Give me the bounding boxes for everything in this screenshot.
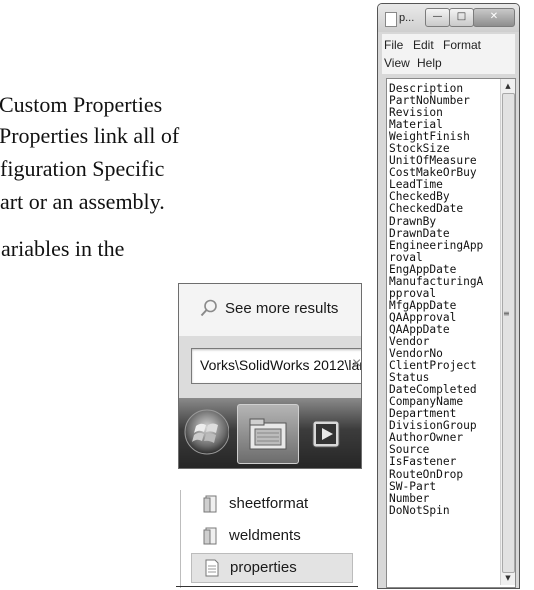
notepad-text-area[interactable]: Description PartNoNumber Revision Material W… [386,78,516,588]
folder-library-icon [249,418,287,450]
notepad-titlebar[interactable]: p... — □ ✕ [378,4,519,32]
notepad-line: Status [389,372,430,385]
notepad-line: Department [389,408,457,421]
taskbar-media-player-button[interactable] [301,404,353,462]
notepad-line: DrawnBy [389,215,437,228]
notepad-line: IsFastener [389,456,457,469]
notepad-line: MfgAppDate [389,299,457,312]
menu-file[interactable]: File [384,38,403,52]
clear-search-icon[interactable]: × [352,355,361,373]
notepad-line: Source [389,444,430,457]
notepad-line: Description [389,83,464,95]
notepad-line: RouteOnDrop [389,468,464,481]
notepad-line: DateCompleted [389,384,477,397]
notepad-line: StockSize [389,143,450,156]
list-item-weldments[interactable]: weldments [191,522,351,550]
notepad-line: DivisionGroup [389,420,477,433]
start-menu-search-panel: See more results Vorks\SolidWorks 2012\l… [178,283,362,469]
media-player-icon [312,420,340,448]
notepad-line: SW-Part [389,480,437,493]
see-more-results-link[interactable]: See more results [179,284,361,337]
notepad-line: pproval [389,287,437,300]
notepad-title: p... [399,12,415,24]
list-item-label: weldments [229,527,301,544]
notepad-document-icon [385,12,397,27]
close-button[interactable]: ✕ [473,8,515,27]
scroll-down-icon[interactable]: ▼ [501,571,515,585]
explorer-file-list: sheetformat weldments properties [180,490,359,588]
scroll-up-icon[interactable]: ▲ [501,79,515,93]
magnifier-icon [200,299,217,317]
notepad-menubar: File Edit Format View Help [382,34,515,74]
notepad-line: VendorNo [389,348,443,361]
notepad-line: CheckedBy [389,191,450,204]
notepad-line: roval [389,251,423,264]
notepad-line: ClientProject [389,360,477,373]
taskbar [179,398,361,468]
list-item-label: properties [230,559,297,576]
minimize-button[interactable]: — [425,8,450,27]
notepad-line: DrawnDate [389,227,450,240]
scroll-grip-icon: ≡ [503,309,510,318]
notepad-line: WeightFinish [389,131,470,144]
notepad-window: p... — □ ✕ File Edit Format View Help De… [377,3,520,589]
book-line-5: ariables in the [1,236,125,261]
scrollbar-thumb[interactable] [502,93,515,573]
book-line-3: figuration Specific [0,156,165,181]
search-input-value: Vorks\SolidWorks 2012\lang\english [200,357,362,373]
notepad-line: DoNotSpin [389,504,450,517]
notepad-line: QAAppDate [389,323,450,336]
notepad-line: CompanyName [389,396,464,409]
windows-start-orb-icon[interactable] [183,406,229,460]
notepad-line: AuthorOwner [389,432,464,445]
notepad-line: Vendor [389,335,430,348]
menu-edit[interactable]: Edit [413,38,434,52]
folder-icon [203,527,217,545]
notepad-line: CheckedDate [389,203,464,216]
notepad-line: Revision [389,107,443,120]
divider [176,586,358,587]
taskbar-explorer-button[interactable] [237,404,299,464]
notepad-line: ManufacturingA [389,275,484,288]
book-line-2: Properties link all of [0,123,180,148]
book-line-1: Custom Properties [0,92,163,117]
maximize-button[interactable]: □ [449,8,474,27]
notepad-line: CostMakeOrBuy [389,167,477,180]
notepad-line: PartNoNumber [389,95,470,108]
list-item-sheetformat[interactable]: sheetformat [191,490,351,518]
folder-icon [203,495,217,513]
text-file-icon [205,559,219,577]
see-more-results-label: See more results [225,300,339,317]
menu-view[interactable]: View [384,56,410,70]
menu-help[interactable]: Help [417,56,442,70]
notepad-line: EngAppDate [389,263,457,276]
start-search-input[interactable]: Vorks\SolidWorks 2012\lang\english × [191,348,362,384]
notepad-line: LeadTime [389,179,443,192]
notepad-line: QAApproval [389,311,457,324]
notepad-line: Number [389,492,430,505]
notepad-line: Material [389,119,443,132]
book-line-4: art or an assembly. [0,189,165,214]
vertical-scrollbar[interactable]: ▲ ≡ ▼ [500,79,515,585]
notepad-line: UnitOfMeasure [389,155,477,168]
list-item-label: sheetformat [229,495,309,512]
menu-format[interactable]: Format [443,38,481,52]
list-item-properties[interactable]: properties [191,553,353,583]
notepad-line: EngineeringApp [389,239,484,252]
notepad-text-lines: Description PartNoNumber Revision Material W… [389,83,501,517]
search-box-container: Vorks\SolidWorks 2012\lang\english × [179,336,361,398]
